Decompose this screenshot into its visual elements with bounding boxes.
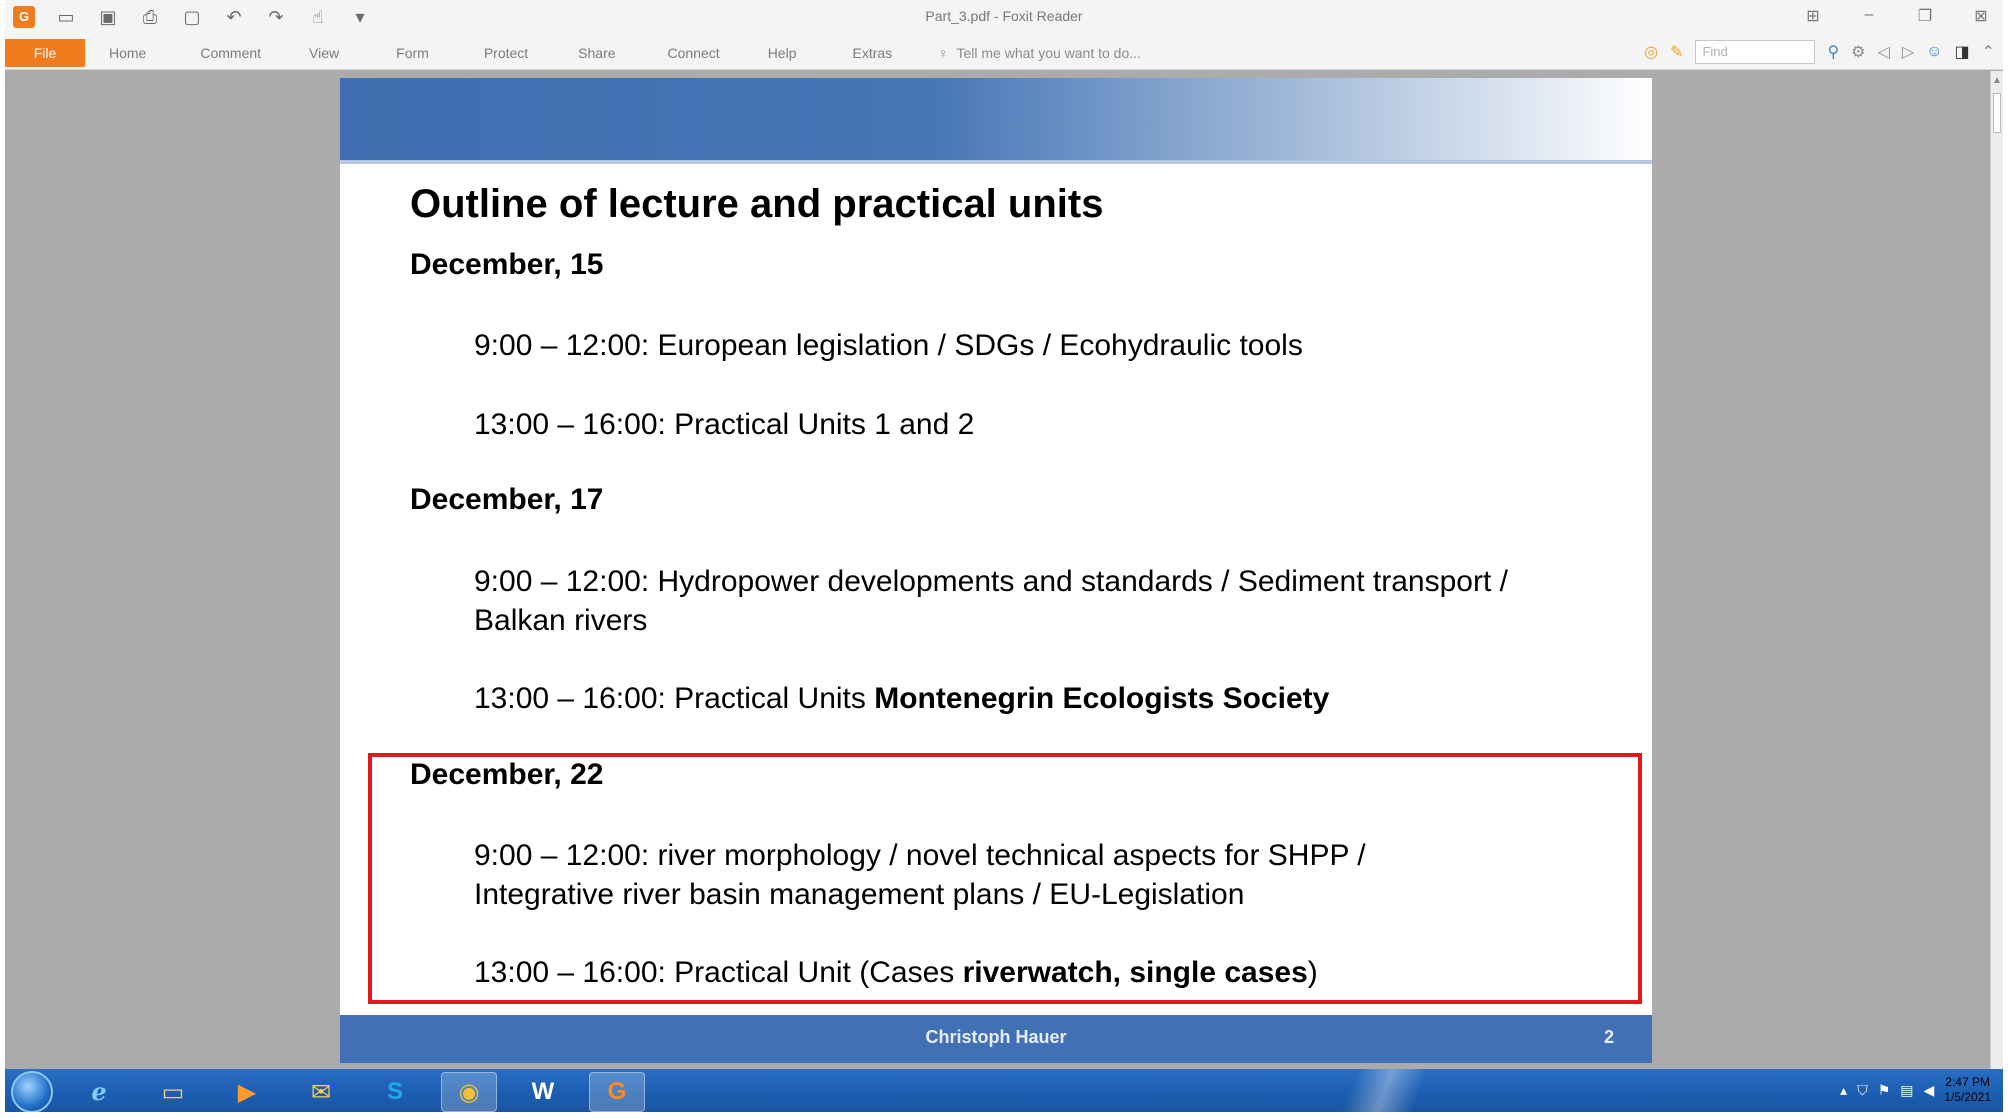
tab-protect[interactable]: Protect <box>484 45 528 61</box>
minimize-icon[interactable]: – <box>1859 6 1879 26</box>
scroll-thumb[interactable] <box>1993 93 2001 133</box>
entry-prefix: 13:00 – 16:00: Practical Units <box>474 682 875 715</box>
system-tray: ▴ ⛉ ⚑ ▤ ◀ 2:47 PM 1/5/2021 <box>1840 1075 1991 1105</box>
restore-icon[interactable]: ❐ <box>1915 6 1935 26</box>
tab-view[interactable]: View <box>309 45 339 61</box>
red-highlight-box <box>368 753 1642 1004</box>
schedule-entry-line: 9:00 – 12:00: Hydropower developments an… <box>474 565 1508 598</box>
vertical-scrollbar[interactable]: ▲ <box>1990 71 2003 1069</box>
tab-connect[interactable]: Connect <box>668 45 720 61</box>
taskbar-clock[interactable]: 2:47 PM 1/5/2021 <box>1944 1075 1991 1105</box>
pdf-slide-page: Outline of lecture and practical units D… <box>340 78 1652 1063</box>
title-bar: G ▭ ▣ ⎙ ▢ ↶ ↷ ☝ ▾ Part_3.pdf - Foxit Rea… <box>5 0 2003 36</box>
search-icon[interactable]: ⚲ <box>1827 42 1839 62</box>
schedule-entry-line: Balkan rivers <box>474 604 648 637</box>
slide-header-line <box>340 160 1652 164</box>
bulb-icon[interactable]: ◎ <box>1644 42 1658 62</box>
shield-icon[interactable]: ⛉ <box>1857 1082 1868 1099</box>
lightbulb-icon: ♀ <box>938 45 949 61</box>
start-button[interactable] <box>11 1071 53 1112</box>
schedule-entry: 9:00 – 12:00: Hydropower developments an… <box>474 562 1508 640</box>
collapse-ribbon-icon[interactable]: ⌃ <box>1982 42 1995 62</box>
internet-explorer-icon[interactable]: ℯ <box>71 1072 127 1112</box>
volume-icon[interactable]: ◀ <box>1924 1082 1935 1099</box>
windows-taskbar: ℯ ▭ ▶ ✉ S ◉ W G ▴ ⛉ ⚑ ▤ ◀ 2:47 PM 1/5/20… <box>5 1069 2003 1112</box>
clock-date: 1/5/2021 <box>1944 1090 1991 1104</box>
flag-icon[interactable]: ⚑ <box>1878 1082 1891 1099</box>
clock-time: 2:47 PM <box>1945 1075 1990 1089</box>
skype-icon[interactable]: S <box>367 1072 423 1112</box>
tab-extras[interactable]: Extras <box>852 45 892 61</box>
window-controls: ⊞ – ❐ ⊠ <box>1803 6 1991 26</box>
close-icon[interactable]: ⊠ <box>1971 6 1991 26</box>
chrome-icon[interactable]: ◉ <box>441 1072 497 1112</box>
account-icon[interactable]: ☺ <box>1926 43 1942 61</box>
footer-page-number: 2 <box>1603 1027 1614 1047</box>
word-icon[interactable]: W <box>515 1072 571 1112</box>
tab-help[interactable]: Help <box>768 45 797 61</box>
foxit-reader-window: G ▭ ▣ ⎙ ▢ ↶ ↷ ☝ ▾ Part_3.pdf - Foxit Rea… <box>5 0 2003 1112</box>
tell-me-text: Tell me what you want to do... <box>956 45 1141 61</box>
bookmark-icon[interactable]: ◨ <box>1954 42 1969 62</box>
tab-home[interactable]: Home <box>109 45 146 61</box>
find-input[interactable]: Find <box>1695 40 1816 64</box>
slide-header-band <box>340 78 1652 160</box>
tab-form[interactable]: Form <box>396 45 429 61</box>
skin-icon[interactable]: ✎ <box>1670 42 1683 62</box>
tab-comment[interactable]: Comment <box>200 45 261 61</box>
taskbar-glow <box>1305 1069 1465 1112</box>
taskbar-apps: ℯ ▭ ▶ ✉ S ◉ W G <box>11 1071 645 1112</box>
file-explorer-icon[interactable]: ▭ <box>145 1072 201 1112</box>
slide-footer: Christoph Hauer 2 <box>340 1015 1652 1063</box>
forward-arrow-icon[interactable]: ▷ <box>1902 42 1914 62</box>
tray-expand-icon[interactable]: ▴ <box>1840 1082 1847 1099</box>
ribbon-display-icon[interactable]: ⊞ <box>1803 6 1823 26</box>
outlook-icon[interactable]: ✉ <box>293 1072 349 1112</box>
ribbon-tab-list: Home Comment View Form Protect Share Con… <box>109 45 892 61</box>
tab-file[interactable]: File <box>5 39 85 67</box>
date-december-17: December, 17 <box>410 483 604 516</box>
ribbon-right-tools: ◎ ✎ Find ⚲ ⚙ ◁ ▷ ☺ ◨ ⌃ <box>1644 40 1995 64</box>
slide-title: Outline of lecture and practical units <box>410 182 1104 226</box>
settings-icon[interactable]: ⚙ <box>1851 42 1865 62</box>
entry-bold: Montenegrin Ecologists Society <box>874 682 1330 715</box>
back-arrow-icon[interactable]: ◁ <box>1878 42 1890 62</box>
date-december-15: December, 15 <box>410 248 604 281</box>
ribbon-tabs: File Home Comment View Form Protect Shar… <box>5 36 2003 70</box>
network-icon[interactable]: ▤ <box>1900 1082 1913 1099</box>
tab-share[interactable]: Share <box>578 45 615 61</box>
scroll-up-icon[interactable]: ▲ <box>1992 75 2002 86</box>
schedule-entry: 9:00 – 12:00: European legislation / SDG… <box>474 329 1303 362</box>
foxit-taskbar-icon[interactable]: G <box>589 1072 645 1112</box>
schedule-entry: 13:00 – 16:00: Practical Units 1 and 2 <box>474 408 975 441</box>
footer-author: Christoph Hauer <box>925 1027 1067 1047</box>
window-title: Part_3.pdf - Foxit Reader <box>925 8 1083 24</box>
schedule-entry: 13:00 – 16:00: Practical Units Montenegr… <box>474 679 1329 718</box>
media-player-icon[interactable]: ▶ <box>219 1072 275 1112</box>
tell-me-search[interactable]: ♀ Tell me what you want to do... <box>938 45 1141 61</box>
